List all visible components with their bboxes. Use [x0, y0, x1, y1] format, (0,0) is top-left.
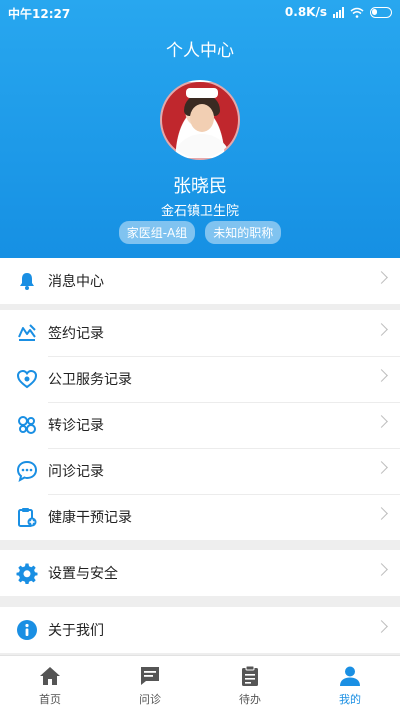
menu-item-consult-records[interactable]: 问诊记录 — [0, 448, 400, 494]
gear-icon — [16, 562, 38, 584]
referral-icon — [16, 414, 38, 436]
profile-header: 中午12:27 0.8K/s 个人中心 张晓民 金石镇卫生院 家医组-A组 未知… — [0, 0, 400, 258]
menu-item-sign-records[interactable]: 签约记录 — [0, 310, 400, 356]
chat-icon — [16, 460, 38, 482]
bottom-tab-bar: 首页 问诊 待办 我的 — [0, 655, 400, 711]
tab-label: 我的 — [339, 693, 361, 706]
menu-item-referral-records[interactable]: 转诊记录 — [0, 402, 400, 448]
wifi-icon — [350, 7, 364, 18]
page-title: 个人中心 — [166, 41, 234, 61]
menu-item-about[interactable]: 关于我们 — [0, 607, 400, 653]
menu-item-public-health-records[interactable]: 公卫服务记录 — [0, 356, 400, 402]
heart-icon — [16, 368, 38, 390]
menu-group-about: 关于我们 — [0, 607, 400, 653]
tab-consult[interactable]: 问诊 — [100, 656, 200, 711]
chevron-right-icon — [375, 369, 388, 382]
menu-label: 公卫服务记录 — [48, 372, 132, 388]
menu-label: 设置与安全 — [48, 566, 118, 582]
group-tag: 家医组-A组 — [118, 221, 196, 244]
avatar[interactable] — [160, 80, 240, 160]
chevron-right-icon — [375, 271, 388, 284]
menu-item-settings[interactable]: 设置与安全 — [0, 550, 400, 596]
tab-label: 待办 — [239, 693, 261, 706]
home-icon — [40, 667, 60, 685]
tab-label: 首页 — [39, 693, 61, 706]
hospital-name: 金石镇卫生院 — [160, 204, 239, 219]
tag-list: 家医组-A组 未知的职称 — [0, 221, 400, 244]
battery-icon — [370, 6, 392, 18]
chevron-right-icon — [375, 461, 388, 474]
user-name: 张晓民 — [173, 176, 227, 197]
sign-icon — [16, 322, 38, 344]
chevron-right-icon — [375, 415, 388, 428]
signal-icon — [333, 6, 344, 18]
info-icon — [16, 619, 38, 641]
person-icon — [340, 666, 360, 686]
menu-label: 健康干预记录 — [48, 510, 132, 526]
tab-label: 问诊 — [139, 693, 161, 706]
menu-group-settings: 设置与安全 — [0, 550, 400, 596]
menu-label: 转诊记录 — [48, 418, 104, 434]
status-bar: 中午12:27 0.8K/s — [0, 0, 400, 24]
chevron-right-icon — [375, 563, 388, 576]
tab-mine[interactable]: 我的 — [300, 656, 400, 711]
menu-label: 签约记录 — [48, 326, 104, 342]
menu-group-records: 签约记录 公卫服务记录 转诊记录 问诊记录 健康干预记录 — [0, 310, 400, 540]
menu-item-messages[interactable]: 消息中心 — [0, 258, 400, 304]
chevron-right-icon — [375, 620, 388, 633]
chevron-right-icon — [375, 507, 388, 520]
status-time: 中午12:27 — [8, 7, 71, 21]
menu-label: 问诊记录 — [48, 464, 104, 480]
message-icon — [141, 667, 159, 685]
clipboard-plus-icon — [16, 506, 38, 528]
menu-item-health-intervention-records[interactable]: 健康干预记录 — [0, 494, 400, 540]
chevron-right-icon — [375, 323, 388, 336]
title-tag: 未知的职称 — [205, 221, 282, 244]
menu-label: 关于我们 — [48, 623, 104, 639]
status-right: 0.8K/s — [285, 5, 392, 19]
clipboard-icon — [242, 665, 258, 686]
menu-group-messages: 消息中心 — [0, 258, 400, 304]
network-speed: 0.8K/s — [284, 5, 327, 19]
menu-label: 消息中心 — [48, 274, 104, 290]
tab-todo[interactable]: 待办 — [200, 656, 300, 711]
tab-home[interactable]: 首页 — [0, 656, 100, 711]
bell-icon — [16, 270, 38, 292]
